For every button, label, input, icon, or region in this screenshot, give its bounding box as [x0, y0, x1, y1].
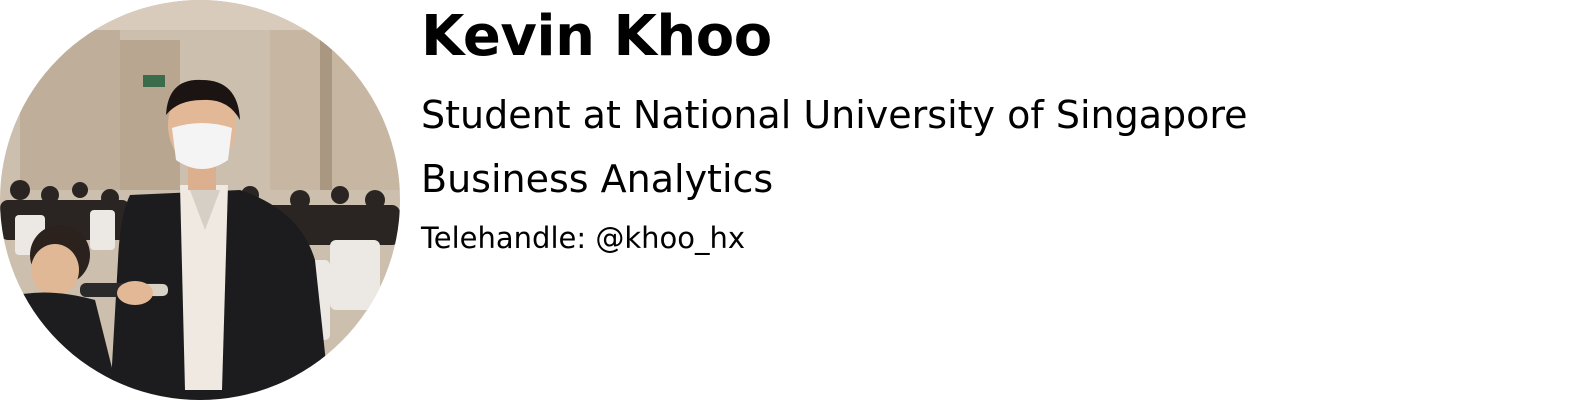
profile-name: Kevin Khoo	[421, 4, 772, 69]
profile-major: Business Analytics	[421, 157, 774, 201]
portrait-photo-illustration	[0, 0, 400, 400]
profile-headline: Student at National University of Singap…	[421, 93, 1248, 137]
profile-telehandle: Telehandle: @khoo_hx	[421, 221, 746, 255]
profile-photo	[0, 0, 400, 400]
